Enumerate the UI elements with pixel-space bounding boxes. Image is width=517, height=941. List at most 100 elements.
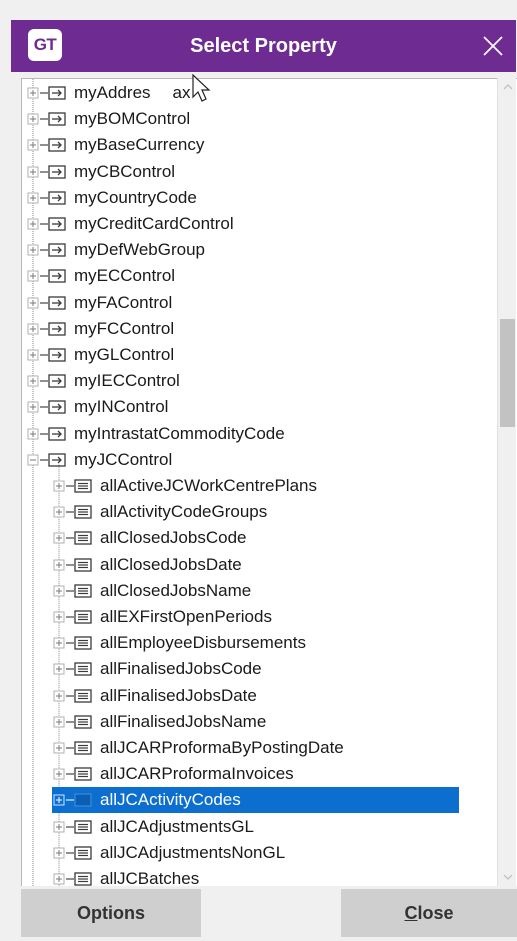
tree-node[interactable]: myCBControl (26, 159, 446, 185)
tree-child-node[interactable]: allJCBatches (52, 866, 472, 886)
tree-node-label: myIntrastatCommodityCode (74, 423, 285, 443)
tree-node-label: myBOMControl (74, 109, 191, 129)
expand-plus-icon[interactable] (52, 630, 66, 656)
tree-connector (40, 211, 48, 237)
expand-plus-icon[interactable] (26, 237, 40, 263)
scroll-thumb[interactable] (500, 319, 515, 427)
tree-child-node[interactable]: allFinalisedJobsName (52, 709, 472, 735)
tree-child-node[interactable]: allActiveJCWorkCentrePlans (52, 473, 472, 499)
expand-plus-icon[interactable] (26, 211, 40, 237)
expand-plus-icon[interactable] (26, 80, 40, 106)
tree-node[interactable]: myJCControl (26, 447, 446, 473)
tree-connector (66, 787, 74, 814)
expand-plus-icon[interactable] (52, 787, 66, 814)
tree-connector (66, 814, 74, 840)
tree-connector (40, 421, 48, 447)
expand-plus-icon[interactable] (26, 394, 40, 420)
collection-icon (74, 473, 94, 499)
tree-node[interactable]: myBOMControl (26, 106, 446, 132)
tree-node[interactable]: myGLControl (26, 342, 446, 368)
tree-connector (66, 761, 74, 787)
title-bar: GT Select Property (11, 20, 516, 72)
vertical-scrollbar[interactable] (497, 78, 516, 886)
tree-node-label: myCreditCardControl (74, 214, 234, 233)
expand-plus-icon[interactable] (52, 473, 66, 499)
tree-child-node[interactable]: allFinalisedJobsCode (52, 656, 472, 682)
scroll-down-icon[interactable] (498, 868, 517, 886)
tree-child-node[interactable]: allJCAdjustmentsNonGL (52, 840, 472, 866)
tree-node-label: myJCControl (74, 449, 173, 469)
tree-child-node[interactable]: allJCARProformaInvoices (52, 761, 472, 787)
tree-node[interactable]: myCountryCode (26, 185, 446, 211)
collection-icon (74, 656, 94, 682)
tree-child-node[interactable]: allActivityCodeGroups (52, 499, 472, 525)
expand-plus-icon[interactable] (52, 578, 66, 604)
expand-plus-icon[interactable] (26, 106, 40, 132)
tree-node-label: myBaseCurrency (74, 135, 205, 155)
tree-node[interactable]: myINControl (26, 394, 446, 420)
expand-plus-icon[interactable] (52, 709, 66, 735)
tree-node[interactable]: myDefWebGroup (26, 237, 446, 263)
tree-node[interactable]: myIntrastatCommodityCode (26, 421, 446, 447)
tree-node-label: allJCARProformaByPostingDate (100, 738, 344, 757)
tree-node-label-tail: ax (172, 83, 191, 102)
property-tree[interactable]: myAddres ax myBOMControl myBaseCurrency myCB… (21, 78, 517, 886)
expand-plus-icon[interactable] (52, 525, 66, 551)
tree-node[interactable]: myAddres ax (26, 80, 446, 106)
tree-child-node[interactable]: allEXFirstOpenPeriods (52, 604, 472, 630)
collapse-minus-icon[interactable] (26, 447, 40, 473)
tree-node[interactable]: myFCControl (26, 316, 446, 342)
tree-child-node[interactable]: allClosedJobsCode (52, 525, 472, 551)
tree-node[interactable]: myIECControl (26, 368, 446, 394)
tree-connector (66, 604, 74, 630)
collection-icon (74, 630, 94, 656)
tree-child-node[interactable]: allJCARProformaByPostingDate (52, 735, 472, 761)
property-icon (48, 211, 68, 237)
expand-plus-icon[interactable] (52, 814, 66, 840)
tree-node-label: allClosedJobsName (100, 580, 252, 600)
tree-node-label: allFinalisedJobsName (100, 711, 267, 731)
property-icon (48, 263, 68, 289)
expand-plus-icon[interactable] (26, 159, 40, 185)
tree-node-label-visible: myAddres (74, 83, 151, 102)
expand-plus-icon[interactable] (26, 342, 40, 368)
tree-node[interactable]: myBaseCurrency (26, 132, 446, 158)
expand-plus-icon[interactable] (26, 290, 40, 316)
expand-plus-icon[interactable] (52, 761, 66, 787)
expand-plus-icon[interactable] (52, 499, 66, 525)
tree-node[interactable]: myECControl (26, 263, 446, 289)
tree-node-label: myFCControl (74, 318, 175, 338)
tree-node-label: allClosedJobsDate (100, 554, 242, 574)
tree-child-node[interactable]: allClosedJobsName (52, 578, 472, 604)
select-property-dialog: GT Select Property myAddres ax myBOMContro… (0, 0, 517, 941)
collection-icon (74, 683, 94, 709)
scroll-up-icon[interactable] (498, 78, 517, 96)
expand-plus-icon[interactable] (26, 132, 40, 158)
expand-plus-icon[interactable] (52, 840, 66, 866)
mouse-cursor-icon (192, 73, 214, 108)
tree-node-label: allJCAdjustmentsNonGL (100, 842, 286, 862)
tree-child-node[interactable]: allJCActivityCodes (52, 787, 472, 814)
expand-plus-icon[interactable] (52, 735, 66, 761)
close-icon[interactable] (475, 28, 511, 64)
expand-plus-icon[interactable] (26, 368, 40, 394)
tree-child-node[interactable]: allFinalisedJobsDate (52, 683, 472, 709)
tree-child-node[interactable]: allJCAdjustmentsGL (52, 814, 472, 840)
expand-plus-icon[interactable] (52, 866, 66, 886)
expand-plus-icon[interactable] (26, 263, 40, 289)
close-button[interactable]: Close (341, 889, 517, 937)
property-icon (48, 237, 68, 263)
tree-child-node[interactable]: allEmployeeDisbursements (52, 630, 472, 656)
tree-node[interactable]: myCreditCardControl (26, 211, 446, 237)
expand-plus-icon[interactable] (52, 656, 66, 682)
tree-child-node[interactable]: allClosedJobsDate (52, 552, 472, 578)
tree-node[interactable]: myFAControl (26, 290, 446, 316)
expand-plus-icon[interactable] (26, 421, 40, 447)
expand-plus-icon[interactable] (52, 683, 66, 709)
options-button[interactable]: Options (21, 889, 201, 937)
expand-plus-icon[interactable] (26, 185, 40, 211)
tree-connector (40, 132, 48, 158)
expand-plus-icon[interactable] (52, 604, 66, 630)
expand-plus-icon[interactable] (26, 316, 40, 342)
expand-plus-icon[interactable] (52, 552, 66, 578)
